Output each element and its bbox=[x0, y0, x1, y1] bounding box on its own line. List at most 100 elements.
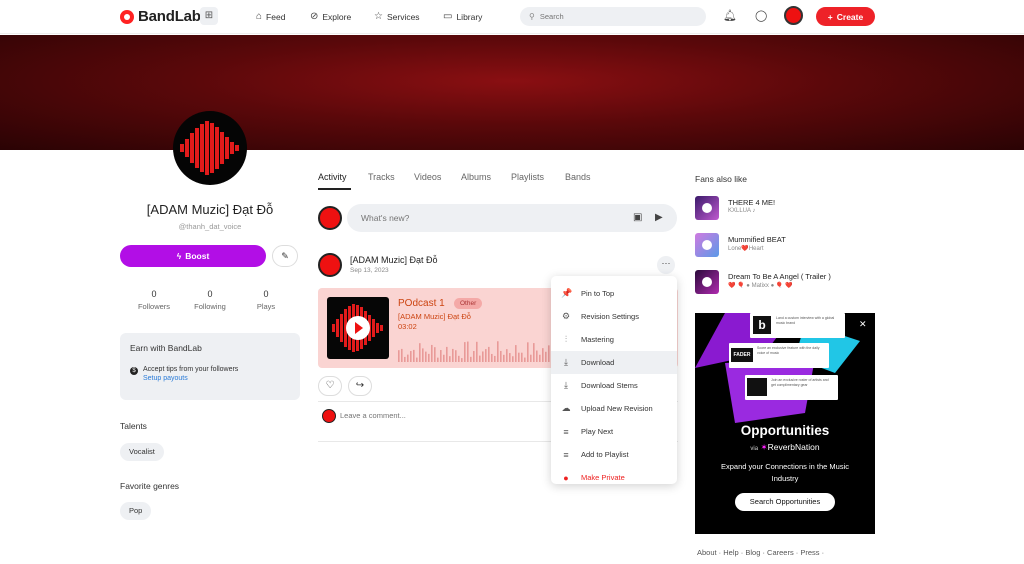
stat-followers[interactable]: 0 Followers bbox=[124, 289, 184, 311]
track-artist[interactable]: [ADAM Muzic] Đạt Đỗ bbox=[398, 312, 471, 321]
waveform-bar bbox=[518, 352, 520, 362]
genre-pill[interactable]: Pop bbox=[120, 502, 152, 520]
menu-item-make-private[interactable]: ● Make Private bbox=[551, 466, 677, 489]
star-icon: ☆ bbox=[374, 11, 383, 22]
nav-explore[interactable]: ⊘ Explore bbox=[310, 11, 351, 22]
waveform-bar bbox=[506, 349, 508, 362]
fan-artist[interactable]: Lone❤️Heart bbox=[728, 245, 764, 252]
menu-item-play-next[interactable]: ≡ Play Next bbox=[551, 420, 677, 443]
menu-item-add-to-playlist[interactable]: ≡ Add to Playlist bbox=[551, 443, 677, 466]
fan-artist[interactable]: ❤️ 🎈 ● Matixx ● 🎈 ❤️ bbox=[728, 282, 792, 289]
sliders-icon: ⫶ bbox=[564, 334, 568, 344]
profile-banner bbox=[0, 35, 1024, 150]
waveform-bar bbox=[548, 345, 550, 362]
fan-title[interactable]: Dream To Be A Angel ( Trailer ) bbox=[728, 272, 831, 281]
ad-card-text: Join an exclusive roster of artists and … bbox=[771, 378, 829, 387]
edit-profile-button[interactable]: ✎ bbox=[272, 245, 298, 267]
comment-input[interactable] bbox=[340, 411, 540, 420]
talent-pill[interactable]: Vocalist bbox=[120, 443, 164, 461]
earn-title: Earn with BandLab bbox=[130, 343, 202, 353]
profile-avatar[interactable] bbox=[173, 111, 247, 185]
track-title[interactable]: POdcast 1 bbox=[398, 298, 445, 309]
profile-name: [ADAM Muzic] Đạt Đỗ bbox=[146, 202, 274, 217]
heart-icon: ♡ bbox=[325, 380, 335, 391]
tab-tracks[interactable]: Tracks bbox=[368, 172, 395, 182]
waveform-bar bbox=[497, 341, 499, 362]
post-composer[interactable]: ▣ ▶ bbox=[347, 204, 677, 232]
menu-item-pin-to-top[interactable]: 📌 Pin to Top bbox=[551, 282, 677, 305]
download-stems-icon: ⤓ bbox=[564, 380, 568, 390]
close-icon[interactable]: ✕ bbox=[859, 319, 867, 330]
waveform-bar bbox=[521, 352, 523, 362]
menu-item-revision-settings[interactable]: ⚙ Revision Settings bbox=[551, 305, 677, 328]
playlist-add-icon: ≡ bbox=[563, 449, 569, 460]
ad-card-2: FADER Score an exclusive feature with th… bbox=[729, 343, 829, 368]
search-icon: ⚲ bbox=[529, 12, 535, 21]
waveform-bar bbox=[524, 357, 526, 362]
share-button[interactable]: ↪ bbox=[348, 376, 372, 396]
fan-item[interactable]: Dream To Be A Angel ( Trailer ) ❤️ 🎈 ● M… bbox=[695, 270, 895, 294]
nav-feed[interactable]: ⌂ Feed bbox=[256, 11, 285, 22]
create-label: Create bbox=[836, 11, 864, 22]
waveform-bar bbox=[467, 341, 469, 362]
user-avatar[interactable] bbox=[784, 6, 803, 25]
nav-services[interactable]: ☆ Services bbox=[374, 11, 420, 22]
video-icon[interactable]: ▶ bbox=[655, 212, 663, 223]
fan-artwork bbox=[695, 196, 719, 220]
search-input[interactable] bbox=[539, 12, 690, 21]
waveform-bar bbox=[407, 354, 409, 362]
tab-bands[interactable]: Bands bbox=[565, 172, 591, 182]
search-opportunities-button[interactable]: Search Opportunities bbox=[735, 493, 835, 511]
tab-playlists[interactable]: Playlists bbox=[511, 172, 544, 182]
footer-links[interactable]: About · Help · Blog · Careers · Press · bbox=[697, 548, 824, 557]
fan-item[interactable]: THERE 4 ME! KXLLUA ♪ bbox=[695, 196, 895, 220]
waveform-bar bbox=[494, 355, 496, 362]
boost-button[interactable]: ϟ Boost bbox=[120, 245, 266, 267]
post-author-name[interactable]: [ADAM Muzic] Đạt Đỗ bbox=[350, 255, 438, 265]
waveform-bar bbox=[404, 356, 406, 362]
fan-title[interactable]: Mummified BEAT bbox=[728, 235, 786, 244]
earn-card: Earn with BandLab $ Accept tips from you… bbox=[120, 333, 300, 400]
tab-activity[interactable]: Activity bbox=[318, 172, 347, 182]
fan-artwork bbox=[695, 233, 719, 257]
menu-item-mastering[interactable]: ⫶ Mastering bbox=[551, 328, 677, 351]
following-label: Following bbox=[194, 302, 226, 311]
more-options-button[interactable]: ··· bbox=[657, 256, 675, 274]
setup-payouts-link[interactable]: Setup payouts bbox=[143, 375, 238, 382]
search-bar[interactable]: ⚲ bbox=[520, 7, 706, 26]
image-icon[interactable]: ▣ bbox=[633, 212, 642, 223]
advertisement-banner[interactable]: b Land a custom interview with a global … bbox=[695, 313, 875, 534]
waveform-bar bbox=[515, 345, 517, 362]
nav-explore-label: Explore bbox=[322, 11, 352, 22]
ad-card-1: b Land a custom interview with a global … bbox=[750, 313, 845, 338]
menu-item-download[interactable]: ⤓ Download bbox=[551, 351, 677, 374]
fan-title[interactable]: THERE 4 ME! bbox=[728, 198, 775, 207]
waveform-bar bbox=[512, 356, 514, 362]
tab-albums[interactable]: Albums bbox=[461, 172, 491, 182]
apps-grid-icon[interactable]: ⊞ bbox=[200, 7, 218, 25]
play-button[interactable] bbox=[346, 316, 370, 340]
tab-videos[interactable]: Videos bbox=[414, 172, 441, 182]
menu-item-label: Download bbox=[581, 358, 615, 367]
notification-bell-icon[interactable]: 🔔︎ bbox=[723, 9, 737, 22]
post-options-menu: 📌 Pin to Top ⚙ Revision Settings ⫶ Mastering ⤓… bbox=[551, 276, 677, 484]
like-button[interactable]: ♡ bbox=[318, 376, 342, 396]
gear-icon: ⚙ bbox=[561, 311, 571, 321]
nav-library[interactable]: ▭ Library bbox=[443, 11, 482, 22]
fan-artist[interactable]: KXLLUA ♪ bbox=[728, 208, 755, 214]
menu-item-upload-new-revision[interactable]: ☁ Upload New Revision bbox=[551, 397, 677, 420]
create-button[interactable]: + Create bbox=[816, 7, 875, 26]
waveform-bar bbox=[536, 350, 538, 362]
nav-services-label: Services bbox=[386, 11, 420, 22]
stat-following[interactable]: 0 Following bbox=[180, 289, 240, 311]
whats-new-input[interactable] bbox=[361, 213, 601, 223]
stat-plays: 0 Plays bbox=[236, 289, 296, 311]
logo-text: BandLab bbox=[138, 8, 201, 25]
bandlab-logo[interactable]: BandLab bbox=[120, 8, 201, 25]
waveform-bar bbox=[503, 354, 505, 362]
cloud-upload-icon: ☁ bbox=[561, 403, 571, 413]
menu-item-download-stems[interactable]: ⤓ Download Stems bbox=[551, 374, 677, 397]
post-author-avatar[interactable] bbox=[318, 253, 342, 277]
fan-item[interactable]: Mummified BEAT Lone❤️Heart bbox=[695, 233, 895, 257]
messages-icon[interactable]: ◯ bbox=[755, 9, 767, 22]
